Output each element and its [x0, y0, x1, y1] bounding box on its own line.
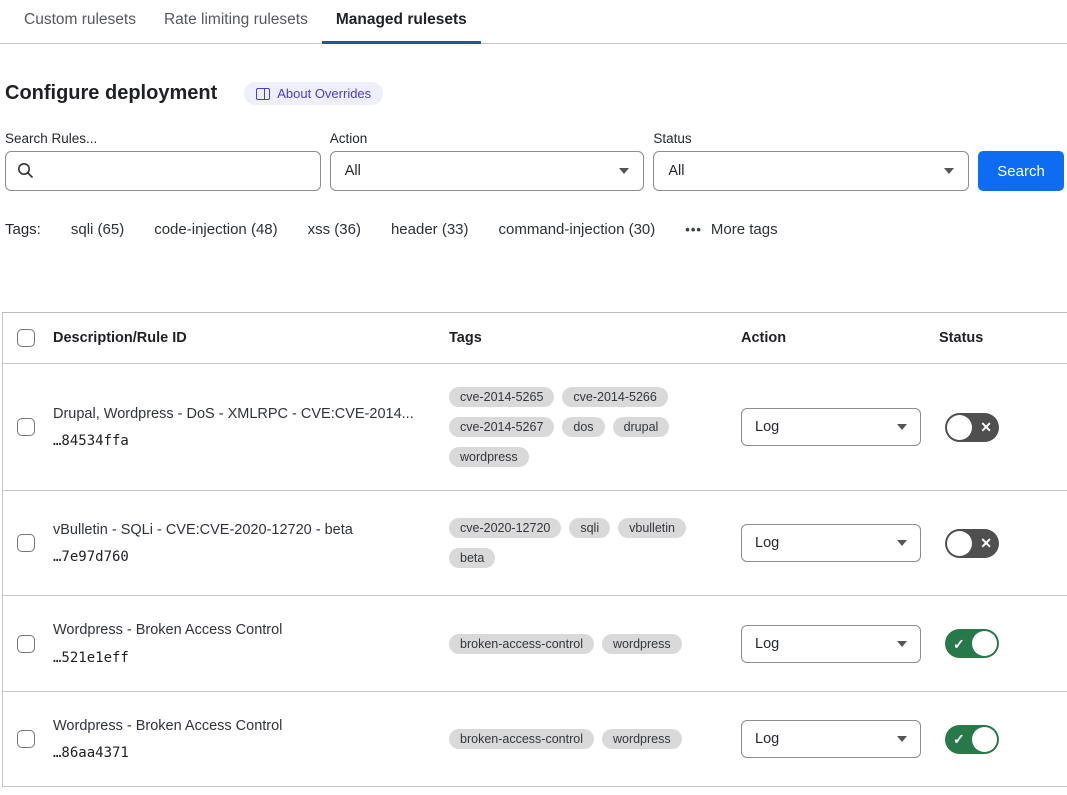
row-action-select[interactable]: Log [741, 625, 921, 663]
tag-pill: wordpress [449, 447, 529, 467]
row-action-select[interactable]: Log [741, 408, 921, 446]
row-action-select[interactable]: Log [741, 720, 921, 758]
check-icon: ✓ [953, 732, 965, 746]
toggle-knob [947, 415, 972, 440]
rules-table: Description/Rule ID Tags Action Status D… [2, 312, 1067, 787]
row-action-value: Log [755, 731, 779, 747]
page-title: Configure deployment [5, 82, 217, 105]
chevron-down-icon [944, 168, 954, 174]
tag-filter-link[interactable]: command-injection (30) [499, 221, 656, 238]
rule-tags: cve-2014-5265 cve-2014-5266 cve-2014-5267 d… [449, 387, 741, 467]
row-action-value: Log [755, 636, 779, 652]
chevron-down-icon [619, 168, 629, 174]
status-toggle[interactable]: ✕ [945, 529, 999, 558]
chevron-down-icon [897, 641, 907, 647]
table-row: vBulletin - SQLi - CVE:CVE-2020-12720 - … [3, 491, 1067, 596]
search-rules-label: Search Rules... [5, 131, 321, 146]
toggle-knob [972, 727, 997, 752]
row-checkbox[interactable] [17, 635, 35, 653]
tag-pill: drupal [613, 417, 670, 437]
row-action-value: Log [755, 419, 779, 435]
status-filter-label: Status [653, 131, 969, 146]
about-overrides-link[interactable]: About Overrides [244, 82, 383, 105]
tab-rate-limiting-rulesets[interactable]: Rate limiting rulesets [150, 0, 322, 44]
select-all-checkbox[interactable] [17, 329, 35, 347]
rule-description: vBulletin - SQLi - CVE:CVE-2020-12720 - … [53, 521, 449, 541]
tag-pill: beta [449, 548, 495, 568]
rule-tags: broken-access-control wordpress [449, 634, 741, 654]
rule-id: …7e97d760 [53, 549, 449, 565]
col-action: Action [741, 330, 939, 346]
tag-pill: dos [562, 417, 604, 437]
heading-row: Configure deployment About Overrides [5, 82, 1067, 105]
row-checkbox[interactable] [17, 730, 35, 748]
rule-description: Drupal, Wordpress - DoS - XMLRPC - CVE:C… [53, 405, 449, 425]
tag-pill: cve-2020-12720 [449, 518, 561, 538]
tags-bar: Tags: sqli (65) code-injection (48) xss (3… [5, 221, 1067, 238]
tag-filter-link[interactable]: header (33) [391, 221, 469, 238]
col-description-rule-id: Description/Rule ID [53, 330, 449, 346]
col-status: Status [939, 330, 1067, 346]
ruleset-tabbar: Custom rulesets Rate limiting rulesets M… [0, 0, 1067, 44]
chevron-down-icon [897, 540, 907, 546]
row-checkbox[interactable] [17, 534, 35, 552]
rule-id: …86aa4371 [53, 745, 449, 761]
about-overrides-label: About Overrides [277, 86, 371, 101]
toggle-knob [947, 531, 972, 556]
tag-pill: cve-2014-5266 [562, 387, 667, 407]
tab-managed-rulesets[interactable]: Managed rulesets [322, 0, 481, 44]
tag-pill: sqli [569, 518, 610, 538]
check-icon: ✓ [953, 637, 965, 651]
status-filter-value: All [668, 163, 684, 179]
x-icon: ✕ [980, 536, 992, 550]
tag-pill: broken-access-control [449, 729, 594, 749]
search-button[interactable]: Search [978, 151, 1064, 191]
table-row: Wordpress - Broken Access Control …86aa4… [3, 692, 1067, 787]
status-toggle[interactable]: ✓ [945, 725, 999, 754]
tag-links: sqli (65) code-injection (48) xss (36) head… [71, 221, 655, 238]
rule-id: …521e1eff [53, 650, 449, 666]
tag-pill: cve-2014-5267 [449, 417, 554, 437]
table-row: Wordpress - Broken Access Control …521e1… [3, 596, 1067, 692]
tag-pill: broken-access-control [449, 634, 594, 654]
status-toggle[interactable]: ✓ [945, 629, 999, 658]
tag-pill: vbulletin [618, 518, 686, 538]
more-tags-label: More tags [711, 221, 778, 238]
tag-filter-link[interactable]: xss (36) [308, 221, 361, 238]
rule-description: Wordpress - Broken Access Control [53, 717, 449, 737]
search-icon [17, 162, 34, 179]
book-icon [256, 88, 270, 100]
ellipsis-icon: ••• [685, 222, 702, 237]
rule-tags: broken-access-control wordpress [449, 729, 741, 749]
col-tags: Tags [449, 330, 741, 346]
table-body: Drupal, Wordpress - DoS - XMLRPC - CVE:C… [3, 364, 1067, 787]
chevron-down-icon [897, 424, 907, 430]
toggle-knob [972, 631, 997, 656]
tag-filter-link[interactable]: sqli (65) [71, 221, 124, 238]
row-checkbox[interactable] [17, 418, 35, 436]
tags-bar-label: Tags: [5, 221, 41, 238]
rule-description: Wordpress - Broken Access Control [53, 621, 449, 641]
table-header-row: Description/Rule ID Tags Action Status [3, 313, 1067, 364]
tag-pill: wordpress [602, 729, 682, 749]
status-toggle[interactable]: ✕ [945, 413, 999, 442]
table-row: Drupal, Wordpress - DoS - XMLRPC - CVE:C… [3, 364, 1067, 491]
action-filter-label: Action [330, 131, 645, 146]
x-icon: ✕ [980, 420, 992, 434]
tag-filter-link[interactable]: code-injection (48) [154, 221, 277, 238]
more-tags-button[interactable]: ••• More tags [685, 221, 777, 238]
action-filter-select[interactable]: All [330, 151, 645, 191]
tag-pill: cve-2014-5265 [449, 387, 554, 407]
tag-pill: wordpress [602, 634, 682, 654]
status-filter-select[interactable]: All [653, 151, 969, 191]
filters-row: Search Rules... Action All Status All Se… [5, 131, 1064, 191]
tab-custom-rulesets[interactable]: Custom rulesets [10, 0, 150, 44]
action-filter-value: All [345, 163, 361, 179]
search-rules-input[interactable] [5, 151, 321, 191]
rule-id: …84534ffa [53, 433, 449, 449]
row-action-select[interactable]: Log [741, 524, 921, 562]
rule-tags: cve-2020-12720 sqli vbulletin beta [449, 518, 741, 568]
row-action-value: Log [755, 535, 779, 551]
chevron-down-icon [897, 736, 907, 742]
